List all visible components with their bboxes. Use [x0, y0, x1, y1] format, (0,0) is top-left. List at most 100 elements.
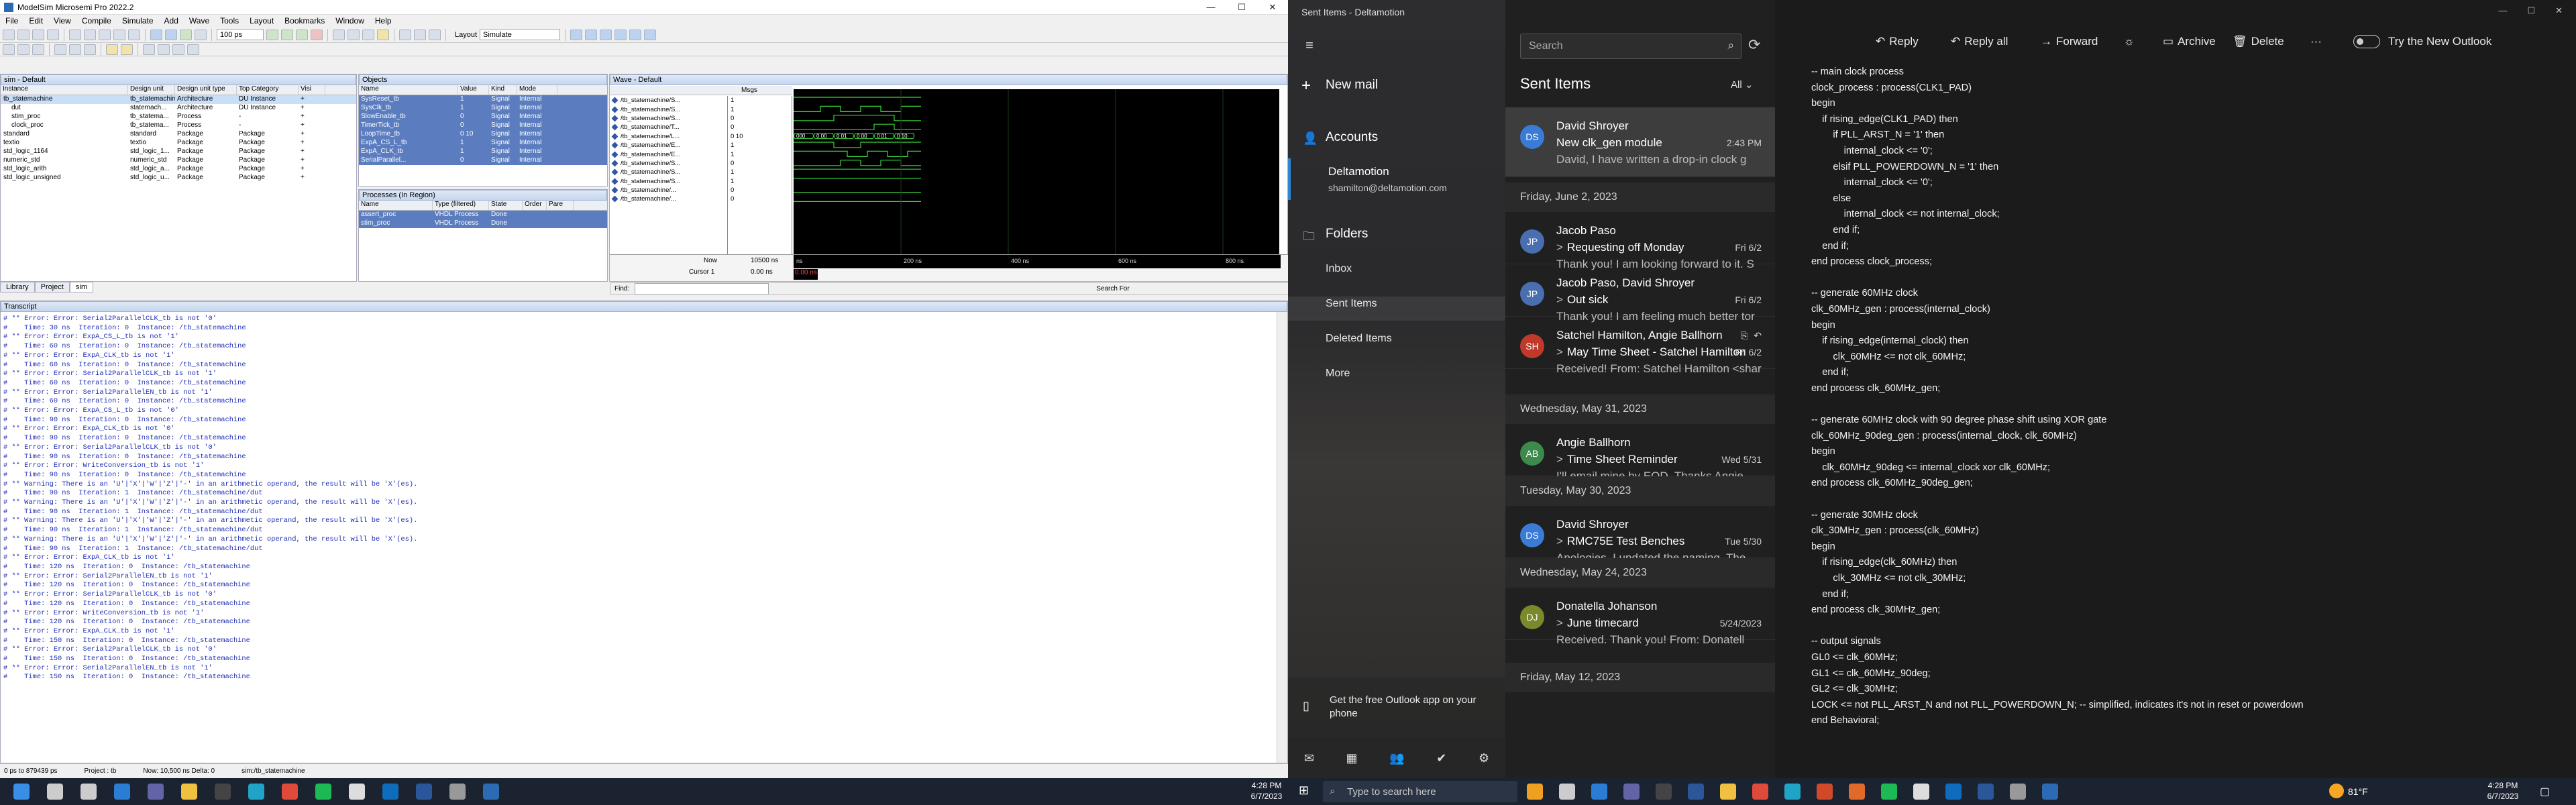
run-length-input[interactable]: 100 ps [217, 29, 264, 40]
copy-icon[interactable] [84, 29, 96, 40]
right-clock-date[interactable]: 6/7/2023 [2481, 792, 2525, 801]
spotify-icon[interactable] [315, 784, 331, 800]
process-row[interactable]: assert_proc VHDL Process Done [359, 211, 607, 219]
layout-select[interactable]: Simulate [480, 29, 561, 40]
wave-signal-row[interactable]: /tb_statemachine/S... [610, 168, 727, 176]
outlook-promo[interactable]: ▯ Get the free Outlook app on your phone [1288, 678, 1505, 738]
search-icon[interactable]: ⌕ [1727, 39, 1734, 52]
right-clock-time[interactable]: 4:28 PM [2481, 781, 2525, 790]
more-options-icon[interactable]: ··· [2310, 35, 2322, 48]
close-icon[interactable]: ✕ [1257, 0, 1288, 15]
break-icon[interactable] [195, 29, 207, 40]
sun-icon[interactable]: ☼ [2124, 35, 2135, 48]
notification-icon[interactable]: ▢ [2540, 785, 2550, 798]
objects-row[interactable]: SerialParallel... 0 Signal Internal [359, 156, 607, 165]
folder-inbox[interactable]: Inbox [1326, 263, 1352, 275]
objects-row[interactable]: ExpA_CS_L_tb 1 Signal Internal [359, 139, 607, 148]
sim-col-header[interactable]: Instance [1, 85, 128, 95]
message-item[interactable]: AB Angie Ballhorn > Time Sheet Reminder Wed … [1505, 424, 1775, 482]
github-icon-2[interactable] [1913, 784, 1929, 800]
mail-icon[interactable]: ✉ [1304, 751, 1314, 765]
folder-more[interactable]: More [1326, 368, 1350, 380]
word-icon-2[interactable] [1688, 784, 1704, 800]
sim-col-header[interactable]: Top Category [237, 85, 299, 95]
schematic-icon[interactable] [600, 29, 612, 40]
simulate-icon[interactable] [180, 29, 192, 40]
process-col-header[interactable]: Type (filtered) [433, 201, 489, 210]
paste-icon[interactable] [99, 29, 111, 40]
filter-dropdown[interactable]: All ⌄ [1731, 78, 1753, 91]
outlook-icon-2[interactable] [1945, 784, 1962, 800]
sim-row[interactable]: std_logic_unsigned std_logic_u... Package P… [1, 174, 356, 182]
tab-sim[interactable]: sim [69, 282, 93, 292]
wave-signal-row[interactable]: /tb_statemachine/S... [610, 159, 727, 168]
open-icon[interactable] [17, 29, 30, 40]
folders-heading[interactable]: Folders [1326, 227, 1368, 241]
sim-col-header[interactable]: Visi [299, 85, 325, 95]
cursor-add-icon[interactable] [143, 44, 155, 55]
maximize-icon[interactable]: ☐ [1226, 0, 1257, 15]
objects-row[interactable]: TimerTick_tb 0 Signal Internal [359, 121, 607, 130]
sim-row[interactable]: numeric_std numeric_std Package Package + [1, 156, 356, 165]
wave-icon[interactable] [570, 29, 583, 40]
run-icon[interactable] [266, 29, 278, 40]
search-for-label[interactable]: Search For [1096, 285, 1129, 292]
sim-row[interactable]: tb_statemachine tb_statemachine Architectu… [1, 95, 356, 104]
folder-deleted-items[interactable]: Deleted Items [1326, 333, 1392, 345]
store-icon-2[interactable] [1656, 784, 1672, 800]
delete-button[interactable]: 🗑 Delete [2233, 35, 2284, 48]
close-icon[interactable]: ✕ [2555, 5, 2563, 16]
process-col-header[interactable]: Name [359, 201, 433, 210]
minimize-icon[interactable]: — [2498, 5, 2507, 16]
wave-signal-row[interactable]: /tb_statemachine/S... [610, 114, 727, 123]
start-icon[interactable] [13, 784, 30, 800]
accounts-heading[interactable]: Accounts [1326, 130, 1378, 145]
sim-row[interactable]: std_logic_arith std_logic_a... Package Pack… [1, 165, 356, 174]
app-icon-1[interactable] [1527, 784, 1543, 800]
folder-sent-items[interactable]: Sent Items [1326, 298, 1377, 310]
process-row[interactable]: stim_proc VHDL Process Done [359, 219, 607, 228]
zoom-mode-icon[interactable] [69, 44, 81, 55]
wave-signal-row[interactable]: /tb_statemachine/S... [610, 105, 727, 113]
dataflow-icon[interactable] [585, 29, 598, 40]
compile-all-icon[interactable] [165, 29, 177, 40]
wave-graph[interactable]: 000 0 00 0 01 0 00 0 01 0 10 [794, 89, 1279, 256]
store-icon[interactable] [215, 784, 231, 800]
objects-col-header[interactable]: Kind [489, 85, 517, 95]
menu-view[interactable]: View [48, 16, 76, 25]
cut-icon[interactable] [69, 29, 81, 40]
app-icon-2[interactable] [1849, 784, 1865, 800]
pointer-icon[interactable] [54, 44, 66, 55]
wave-signal-row[interactable]: /tb_statemachine/... [610, 195, 727, 203]
new-mail-button[interactable]: New mail [1326, 78, 1378, 93]
spotify-icon-2[interactable] [1881, 784, 1897, 800]
objects-col-header[interactable]: Name [359, 85, 458, 95]
add-bookmark-icon[interactable] [121, 44, 133, 55]
archive-button[interactable]: ▭ Archive [2163, 35, 2216, 48]
continue-icon[interactable] [281, 29, 293, 40]
menu-bookmarks[interactable]: Bookmarks [279, 16, 330, 25]
zoom-full-icon[interactable] [429, 29, 441, 40]
weather-temp[interactable]: 81°F [2348, 786, 2368, 797]
find-icon[interactable] [32, 44, 44, 55]
edge-icon-2[interactable] [1784, 784, 1801, 800]
step-out-icon[interactable] [362, 29, 374, 40]
step-over-icon[interactable] [347, 29, 360, 40]
mail-icon-2[interactable] [1591, 784, 1607, 800]
transcript-scrollbar[interactable] [1277, 312, 1287, 763]
process-col-header[interactable]: Order [523, 201, 547, 210]
task-view-icon-2[interactable] [1559, 784, 1575, 800]
todo-icon[interactable]: ✔ [1436, 751, 1446, 765]
menu-wave[interactable]: Wave [184, 16, 215, 25]
taskbar-search[interactable]: ⌕ Type to search here [1323, 781, 1517, 802]
menu-window[interactable]: Window [330, 16, 370, 25]
wave-signal-row[interactable]: /tb_statemachine/S... [610, 177, 727, 186]
teams-icon[interactable] [148, 784, 164, 800]
start-icon[interactable]: ⊞ [1299, 784, 1309, 798]
hamburger-icon[interactable]: ≡ [1301, 38, 1318, 54]
sim-row[interactable]: clock_proc tb_statema... Process - + [1, 121, 356, 130]
menu-compile[interactable]: Compile [76, 16, 117, 25]
chrome-icon[interactable] [282, 784, 298, 800]
message-item[interactable]: DJ Donatella Johanson > June timecard 5/24/2… [1505, 588, 1775, 646]
outlook-icon[interactable] [382, 784, 398, 800]
